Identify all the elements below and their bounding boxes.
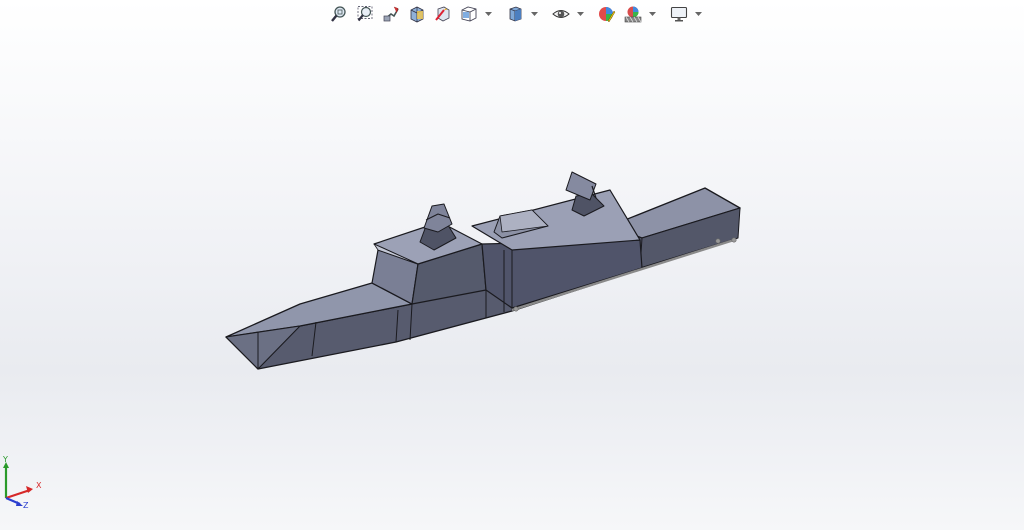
- edge-endpoint: [715, 238, 721, 244]
- x-axis-label: X: [36, 481, 42, 490]
- x-axis-icon: [5, 488, 31, 500]
- y-axis-label: Y: [2, 455, 8, 464]
- ship-3d-model[interactable]: [0, 0, 1024, 530]
- edge-endpoint: [513, 306, 519, 312]
- radar-antenna: [565, 171, 597, 201]
- aft-superstructure-top: [471, 189, 641, 251]
- reference-triad[interactable]: Y X Z: [0, 450, 50, 510]
- z-axis-label: Z: [23, 501, 29, 510]
- aft-superstructure-side: [481, 239, 643, 309]
- graphics-area[interactable]: Y X Z: [0, 0, 1024, 530]
- edge-endpoint: [731, 237, 737, 243]
